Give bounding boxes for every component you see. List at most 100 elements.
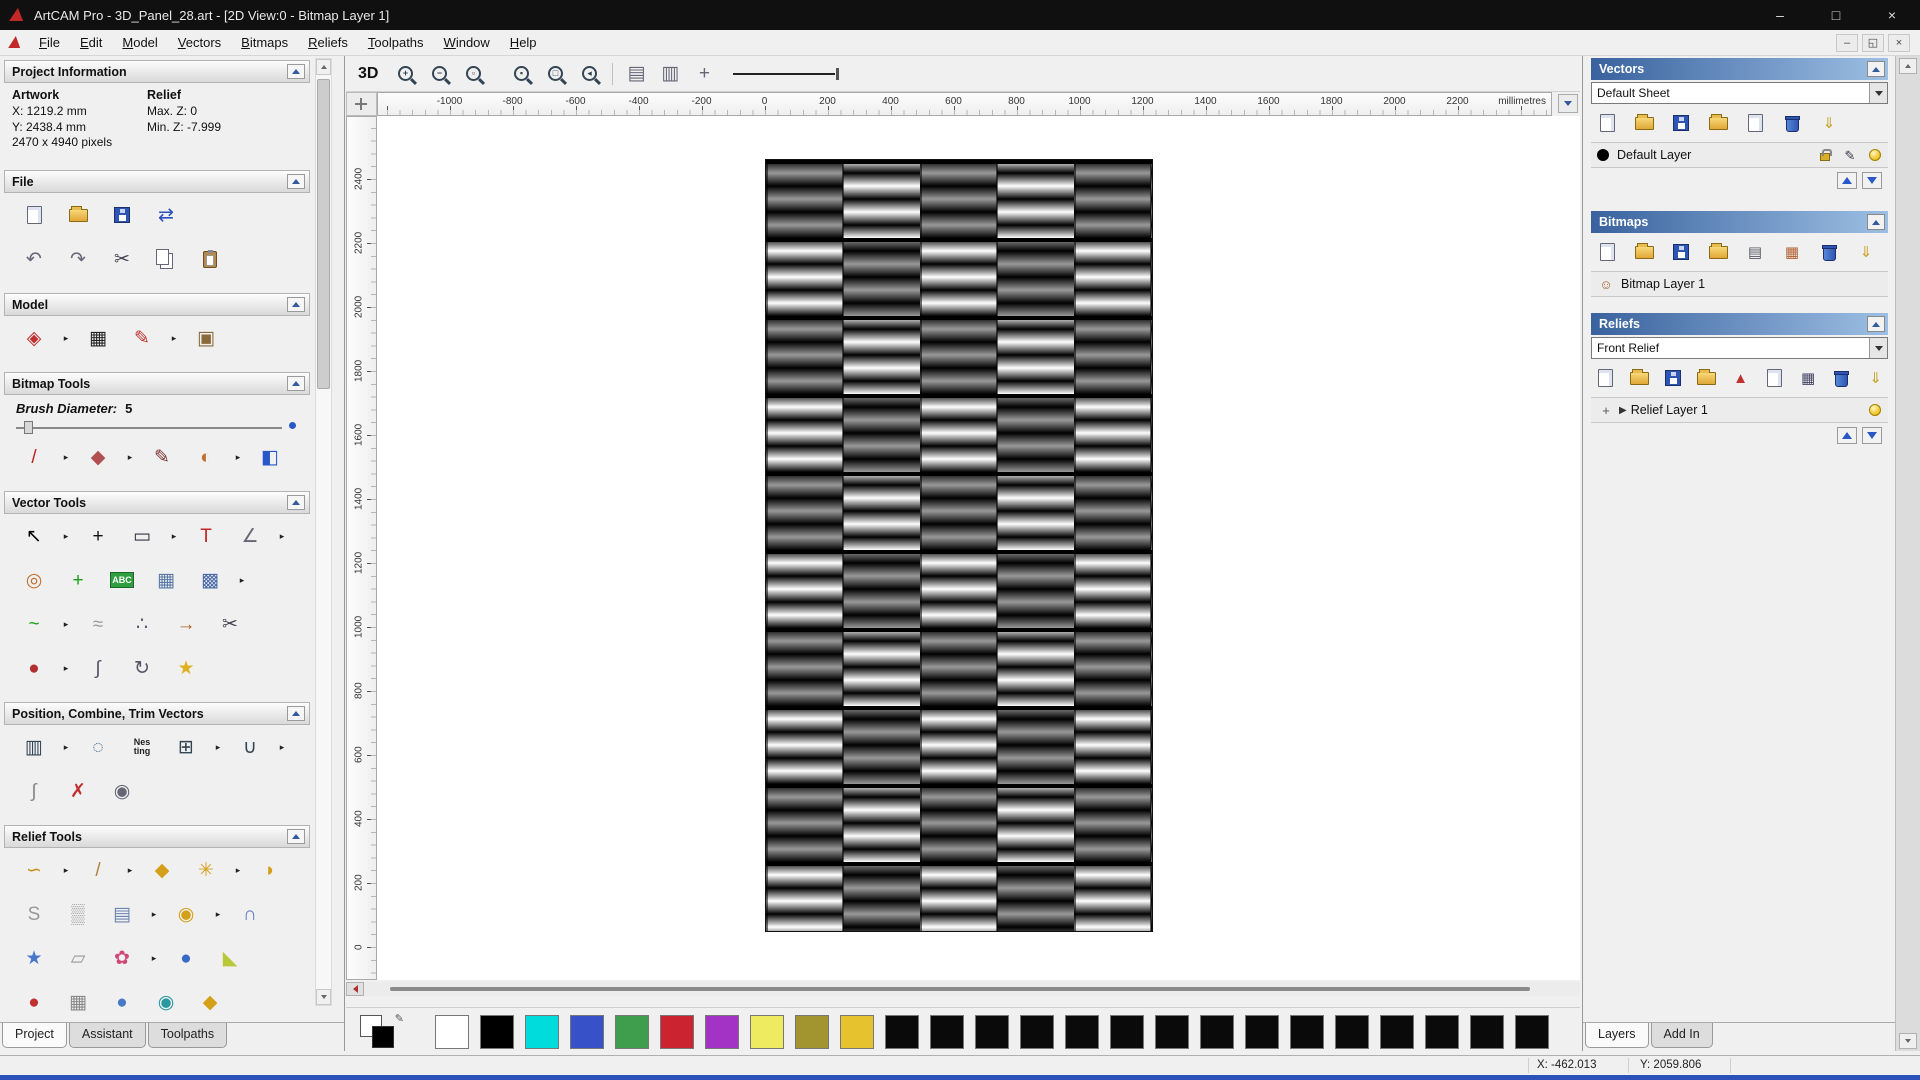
relief-info-icon[interactable]: ▦	[1796, 366, 1821, 390]
flyout-arrow-icon[interactable]: ▸	[60, 852, 72, 888]
flyout-arrow-icon[interactable]: ▸	[212, 729, 224, 765]
palette-swatch[interactable]	[1290, 1015, 1324, 1049]
layer-visibility-icon[interactable]	[1866, 146, 1884, 164]
extrude-vector-icon[interactable]: ●	[16, 650, 52, 686]
palette-swatch[interactable]	[795, 1015, 829, 1049]
create-rectangle-icon[interactable]: ▭	[124, 518, 160, 554]
star-relief-icon[interactable]: ★	[16, 940, 52, 976]
palette-icon[interactable]: ◐	[188, 439, 224, 475]
zoom-page-icon[interactable]: □	[542, 61, 568, 87]
flyout-arrow-icon[interactable]: ▸	[60, 650, 72, 686]
palette-swatch[interactable]	[1200, 1015, 1234, 1049]
add-clay-icon[interactable]: ◆	[144, 852, 180, 888]
flyout-arrow-icon[interactable]: ▸	[148, 940, 160, 976]
collapse-section-button[interactable]	[287, 829, 305, 844]
collapse-section-button[interactable]	[287, 64, 305, 79]
texture-relief-icon[interactable]: ✳	[188, 852, 224, 888]
dome-relief-icon[interactable]: ∩	[232, 896, 268, 932]
circular-array-icon[interactable]: ◌	[80, 729, 116, 765]
layer-colour-icon[interactable]	[1597, 149, 1609, 161]
flyout-arrow-icon[interactable]: ▸	[124, 439, 136, 475]
align-vectors-icon[interactable]: ▥	[16, 729, 52, 765]
menu-item[interactable]: Model	[112, 31, 167, 54]
collapse-section-button[interactable]	[1867, 316, 1885, 332]
flyout-arrow-icon[interactable]: ▸	[60, 729, 72, 765]
move-layer-down-button[interactable]	[1862, 172, 1882, 189]
node-editing-icon[interactable]: ∴	[124, 606, 160, 642]
smooth-tool-icon[interactable]: S	[16, 896, 52, 932]
relief-layer-row[interactable]: + ▶ Relief Layer 1	[1591, 397, 1888, 423]
import-bitmap-icon[interactable]	[1704, 240, 1732, 264]
flyout-arrow-icon[interactable]: ▸	[60, 320, 72, 356]
zoom-previous-icon[interactable]: ◂	[576, 61, 602, 87]
spin-relief-icon[interactable]: ◗	[252, 852, 288, 888]
palette-swatch[interactable]	[435, 1015, 469, 1049]
flyout-arrow-icon[interactable]: ▸	[60, 439, 72, 475]
menu-item[interactable]: Edit	[70, 31, 112, 54]
flyout-arrow-icon[interactable]: ▸	[60, 518, 72, 554]
palette-swatch[interactable]	[660, 1015, 694, 1049]
zoom-out-icon[interactable]: −	[426, 61, 452, 87]
menu-item[interactable]: Vectors	[168, 31, 231, 54]
flood-fill-icon[interactable]: ◧	[252, 439, 288, 475]
palette-swatch[interactable]	[1110, 1015, 1144, 1049]
palette-swatch[interactable]	[930, 1015, 964, 1049]
open-relief-layer-icon[interactable]	[1627, 366, 1652, 390]
palette-swatch[interactable]	[1470, 1015, 1504, 1049]
offset-vectors-icon[interactable]: ◎	[16, 562, 52, 598]
flyout-arrow-icon[interactable]: ▸	[276, 729, 288, 765]
vector-grid-icon[interactable]: ▦	[148, 562, 184, 598]
palette-swatch[interactable]	[525, 1015, 559, 1049]
paste-icon[interactable]	[192, 241, 228, 277]
mesh-relief-icon[interactable]: ▦	[60, 984, 96, 1020]
swirl-relief-icon[interactable]: ◉	[148, 984, 184, 1020]
colour-dropper-icon[interactable]: ✎	[144, 439, 180, 475]
palette-swatch[interactable]	[570, 1015, 604, 1049]
offset-relief-icon[interactable]: ▤	[104, 896, 140, 932]
toggle-vector-view-icon[interactable]: ▥	[657, 61, 683, 87]
flyout-arrow-icon[interactable]: ▸	[148, 896, 160, 932]
menu-item[interactable]: File	[29, 31, 70, 54]
freehand-curve-icon[interactable]: ≈	[80, 606, 116, 642]
panel-tab[interactable]: Assistant	[68, 1023, 146, 1048]
relief-select[interactable]: Front Relief	[1591, 337, 1888, 359]
block-array-icon[interactable]: ⊞	[168, 729, 204, 765]
zoom-in-icon[interactable]: +	[392, 61, 418, 87]
menu-item[interactable]: Bitmaps	[231, 31, 298, 54]
scroll-up-button[interactable]	[316, 59, 331, 75]
redo-icon[interactable]: ↷	[60, 241, 96, 277]
flyout-arrow-icon[interactable]: ▸	[168, 320, 180, 356]
minimize-button[interactable]: –	[1752, 0, 1808, 30]
scroll-up-button[interactable]	[1899, 58, 1917, 74]
primary-secondary-colours[interactable]	[360, 1013, 406, 1051]
brush-diameter-slider[interactable]	[16, 421, 296, 435]
select-vectors-icon[interactable]: ↖	[16, 518, 52, 554]
snap-nodes-icon[interactable]: ∫	[80, 650, 116, 686]
palette-swatch[interactable]	[1425, 1015, 1459, 1049]
flyout-arrow-icon[interactable]: ▸	[124, 852, 136, 888]
flyout-arrow-icon[interactable]: ▸	[60, 606, 72, 642]
sculpt-relief-icon[interactable]: /	[80, 852, 116, 888]
dropdown-button[interactable]	[1869, 338, 1887, 358]
panel-tab[interactable]: Toolpaths	[147, 1023, 228, 1048]
scrollbar-thumb[interactable]	[317, 79, 330, 389]
import-relief-icon[interactable]	[1694, 366, 1719, 390]
close-button[interactable]: ×	[1864, 0, 1920, 30]
array-copy-icon[interactable]: ▩	[192, 562, 228, 598]
new-model-icon[interactable]	[16, 197, 52, 233]
scroll-down-button[interactable]	[1899, 1033, 1917, 1049]
ruler-options-button[interactable]	[1558, 94, 1578, 113]
vector-doctor-icon[interactable]: ✗	[60, 773, 96, 809]
left-panel-scrollbar[interactable]	[315, 58, 332, 1006]
create-star-icon[interactable]: ★	[168, 650, 204, 686]
lock-layer-icon[interactable]	[1816, 146, 1834, 164]
delete-bitmap-layer-icon[interactable]	[1815, 240, 1843, 264]
open-bitmap-layer-icon[interactable]	[1630, 240, 1658, 264]
model-transfer-icon[interactable]: ⇄	[148, 197, 184, 233]
palette-swatch[interactable]	[1515, 1015, 1549, 1049]
menu-item[interactable]: Reliefs	[298, 31, 358, 54]
palette-swatch[interactable]	[1245, 1015, 1279, 1049]
open-vector-layer-icon[interactable]	[1630, 111, 1658, 135]
sheet-select[interactable]: Default Sheet	[1591, 82, 1888, 104]
delete-relief-layer-icon[interactable]	[1829, 366, 1854, 390]
